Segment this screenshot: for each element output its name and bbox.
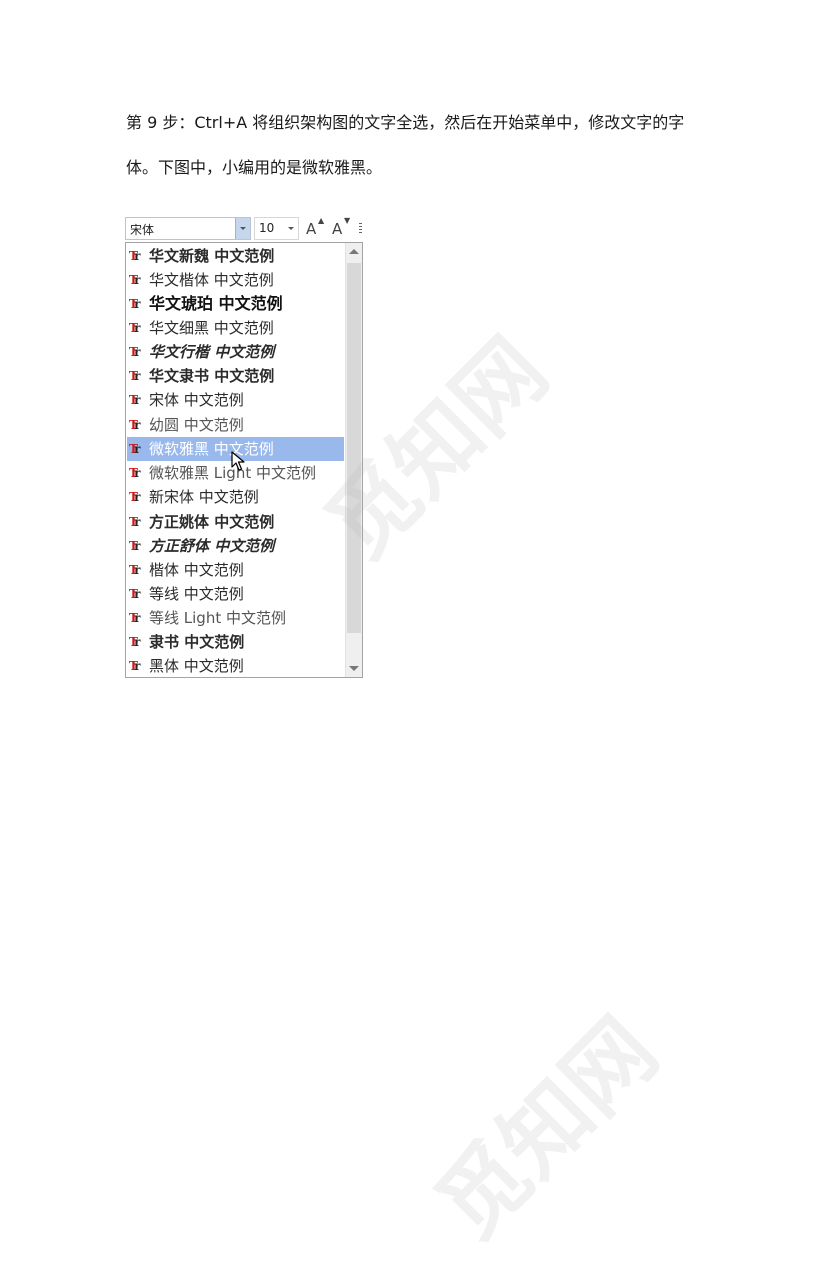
caret-up-icon: ▲ [318, 216, 325, 225]
watermark: 觅知网 [417, 998, 677, 1259]
font-list-item[interactable]: Tr 楷体 中文范例 [127, 558, 344, 582]
font-name-value: 宋体 [130, 223, 155, 237]
toolbar-overflow-handle[interactable] [359, 223, 362, 235]
grow-font-icon: A [306, 220, 317, 238]
font-list-item[interactable]: Tr 黑体 中文范例 [127, 654, 344, 677]
font-item-label: 楷体 中文范例 [149, 561, 244, 579]
font-list-item[interactable]: Tr 幼圆 中文范例 [127, 413, 344, 437]
font-item-label: 方正舒体 中文范例 [149, 537, 275, 555]
paragraph-line-1: 第 9 步：Ctrl+A 将组织架构图的文字全选，然后在开始菜单中，修改文字的字 [126, 113, 685, 132]
truetype-font-icon: Tr [129, 515, 141, 529]
font-item-label: 等线 中文范例 [149, 585, 244, 603]
font-list-item[interactable]: Tr 等线 Light 中文范例 [127, 606, 344, 630]
scroll-down-arrow-icon[interactable] [349, 666, 359, 671]
grow-font-button[interactable]: A ▲ [305, 216, 327, 241]
font-item-label: 华文楷体 中文范例 [149, 271, 274, 289]
font-item-label: 黑体 中文范例 [149, 657, 244, 675]
mouse-pointer-icon [231, 451, 245, 471]
font-list-item[interactable]: Tr 方正姚体 中文范例 [127, 510, 344, 534]
font-item-label: 新宋体 中文范例 [149, 488, 259, 506]
truetype-font-icon: Tr [129, 466, 141, 480]
truetype-font-icon: Tr [129, 393, 141, 407]
caret-down-icon: ▼ [344, 216, 351, 225]
chevron-down-icon[interactable] [288, 227, 294, 230]
font-list-item[interactable]: Tr 华文行楷 中文范例 [127, 340, 344, 364]
shrink-font-button[interactable]: A ▼ [331, 216, 353, 241]
truetype-font-icon: Tr [129, 539, 141, 553]
font-list-item[interactable]: Tr 华文细黑 中文范例 [127, 316, 344, 340]
font-item-label: 方正姚体 中文范例 [149, 513, 275, 531]
font-list-item[interactable]: Tr 华文新魏 中文范例 [127, 244, 344, 268]
font-item-label: 华文琥珀 中文范例 [149, 294, 283, 313]
truetype-font-icon: Tr [129, 418, 141, 432]
font-item-label: 幼圆 中文范例 [149, 416, 244, 434]
truetype-font-icon: Tr [129, 490, 141, 504]
font-item-label: 华文行楷 中文范例 [149, 343, 275, 361]
font-name-dropdown-button[interactable] [235, 218, 250, 239]
shrink-font-icon: A [332, 220, 343, 238]
font-list-item[interactable]: Tr 隶书 中文范例 [127, 630, 344, 654]
font-item-label: 华文新魏 中文范例 [149, 247, 275, 265]
truetype-font-icon: Tr [129, 369, 141, 383]
font-list-item[interactable]: Tr 宋体 中文范例 [127, 388, 344, 412]
scroll-up-arrow-icon[interactable] [349, 249, 359, 254]
font-list-item[interactable]: Tr 华文琥珀 中文范例 [127, 292, 344, 316]
truetype-font-icon: Tr [129, 611, 141, 625]
paragraph-line-2: 体。下图中，小编用的是微软雅黑。 [126, 158, 383, 177]
font-item-label: 隶书 中文范例 [149, 633, 245, 651]
chevron-down-icon [240, 227, 246, 230]
font-item-label: 微软雅黑 中文范例 [149, 440, 274, 458]
font-list-item[interactable]: Tr 等线 中文范例 [127, 582, 344, 606]
truetype-font-icon: Tr [129, 563, 141, 577]
font-item-label: 华文细黑 中文范例 [149, 319, 274, 337]
truetype-font-icon: Tr [129, 249, 141, 263]
font-toolbar: 宋体 10 A ▲ A ▼ [125, 216, 365, 241]
font-list-item[interactable]: Tr 方正舒体 中文范例 [127, 534, 344, 558]
font-item-label: 华文隶书 中文范例 [149, 367, 275, 385]
truetype-font-icon: Tr [129, 345, 141, 359]
truetype-font-icon: Tr [129, 297, 141, 311]
truetype-font-icon: Tr [129, 273, 141, 287]
truetype-font-icon: Tr [129, 321, 141, 335]
truetype-font-icon: Tr [129, 635, 141, 649]
truetype-font-icon: Tr [129, 587, 141, 601]
font-size-combobox[interactable]: 10 [254, 217, 299, 240]
font-size-value: 10 [259, 221, 275, 235]
truetype-font-icon: Tr [129, 659, 141, 673]
font-list-item[interactable]: Tr 华文隶书 中文范例 [127, 364, 344, 388]
font-list-item[interactable]: Tr 华文楷体 中文范例 [127, 268, 344, 292]
font-item-label: 等线 Light 中文范例 [149, 609, 286, 627]
font-item-label: 宋体 中文范例 [149, 391, 244, 409]
font-name-combobox[interactable]: 宋体 [125, 217, 251, 240]
truetype-font-icon: Tr [129, 442, 141, 456]
